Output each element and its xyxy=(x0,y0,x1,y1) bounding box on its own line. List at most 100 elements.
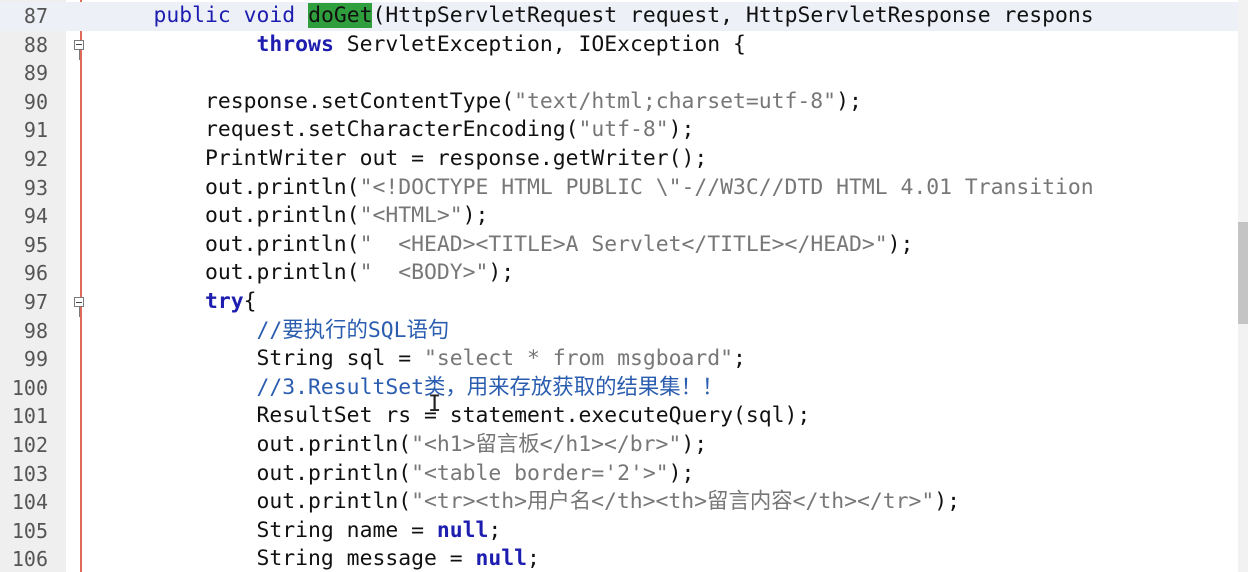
code-text[interactable]: out.println("<HTML>"); xyxy=(102,202,488,231)
code-line[interactable]: 103 out.println("<table border='2'>"); xyxy=(0,460,1248,489)
fold-toggle-icon[interactable] xyxy=(74,297,84,307)
code-text[interactable]: PrintWriter out = response.getWriter(); xyxy=(102,145,707,174)
fold-toggle-icon[interactable] xyxy=(74,39,84,50)
code-text[interactable]: try{ xyxy=(102,288,257,317)
code-line[interactable]: 102 out.println("<h1>留言板</h1></br>"); xyxy=(0,431,1248,460)
code-line[interactable]: 91 request.setCharacterEncoding("utf-8")… xyxy=(0,116,1248,145)
line-number: 95 xyxy=(23,232,48,257)
code-text[interactable]: throws ServletException, IOException { xyxy=(102,31,746,60)
code-token: ); xyxy=(681,432,708,457)
code-text[interactable]: out.println("<table border='2'>"); xyxy=(102,460,695,489)
code-line[interactable]: 105 String name = null; xyxy=(0,517,1248,546)
code-line[interactable]: 100 //3.ResultSet类，用来存放获取的结果集！！ xyxy=(0,374,1248,403)
line-number: 100 xyxy=(11,375,48,400)
code-text[interactable]: public void doGet(HttpServletRequest req… xyxy=(102,2,1094,31)
code-line[interactable]: 90 response.setContentType("text/html;ch… xyxy=(0,88,1248,117)
code-token: out.println( xyxy=(102,432,412,457)
code-text[interactable]: out.println("<!DOCTYPE HTML PUBLIC \"-//… xyxy=(102,174,1094,203)
line-number: 104 xyxy=(11,490,48,515)
line-number: 96 xyxy=(23,261,48,286)
code-text[interactable]: out.println(" <HEAD><TITLE>A Servlet</TI… xyxy=(102,231,913,260)
string-token: "<!DOCTYPE HTML PUBLIC \"-//W3C//DTD HTM… xyxy=(359,174,1094,200)
code-line[interactable]: 87 public void doGet(HttpServletRequest … xyxy=(0,2,1248,31)
code-text[interactable]: request.setCharacterEncoding("utf-8"); xyxy=(102,116,694,145)
code-token: ); xyxy=(887,231,914,257)
code-token: String sql = xyxy=(102,346,424,372)
string-token: " <BODY>" xyxy=(359,260,489,286)
code-text[interactable]: String sql = "select * from msgboard"; xyxy=(102,345,746,374)
scrollbar-thumb[interactable] xyxy=(1238,222,1248,324)
code-token: request.setCharacterEncoding( xyxy=(102,117,579,143)
line-number: 93 xyxy=(23,175,48,200)
code-token: ); xyxy=(488,260,515,286)
line-number: 87 xyxy=(23,4,48,28)
line-number: 90 xyxy=(23,89,48,114)
code-text[interactable]: String message = null; xyxy=(102,545,540,572)
string-token: "<HTML>" xyxy=(359,203,463,229)
string-token: "text/html;charset=utf-8" xyxy=(514,88,837,114)
string-token: "<tr><th>用户名</th><th>留言内容</th></tr>" xyxy=(411,489,935,515)
code-text[interactable]: //要执行的SQL语句 xyxy=(102,317,450,346)
code-line[interactable]: 89 xyxy=(0,59,1248,88)
code-line[interactable]: 93 out.println("<!DOCTYPE HTML PUBLIC \"… xyxy=(0,174,1248,203)
string-token: " <HEAD><TITLE>A Servlet</TITLE></HEAD>" xyxy=(359,231,888,257)
fold-guide xyxy=(79,307,80,317)
keyword-token: null xyxy=(436,517,489,543)
code-token: String name = xyxy=(102,517,437,543)
code-text[interactable]: //3.ResultSet类，用来存放获取的结果集！！ xyxy=(102,374,724,403)
highlighted-token: doGet xyxy=(308,3,373,28)
code-line[interactable]: 95 out.println(" <HEAD><TITLE>A Servlet<… xyxy=(0,231,1248,260)
code-text[interactable]: response.setContentType("text/html;chars… xyxy=(102,88,862,117)
code-line[interactable]: 98 //要执行的SQL语句 xyxy=(0,317,1248,346)
code-editor[interactable]: 87 public void doGet(HttpServletRequest … xyxy=(0,0,1248,572)
code-line[interactable]: 97 try{ xyxy=(0,288,1248,317)
code-line[interactable]: 101 ResultSet rs = statement.executeQuer… xyxy=(0,402,1248,431)
code-token: out.println( xyxy=(102,460,412,486)
keyword-token: null xyxy=(475,546,527,572)
comment-token: //3.ResultSet类，用来存放获取的结果集！！ xyxy=(102,374,724,400)
line-number: 105 xyxy=(11,518,48,543)
code-token: out.println( xyxy=(102,174,360,200)
code-line[interactable]: 92 PrintWriter out = response.getWriter(… xyxy=(0,145,1248,174)
code-text[interactable]: out.println(" <BODY>"); xyxy=(102,259,514,288)
vertical-scrollbar[interactable] xyxy=(1238,0,1248,572)
code-token: ; xyxy=(488,517,502,543)
code-token: ); xyxy=(668,117,695,143)
code-line[interactable]: 88 throws ServletException, IOException … xyxy=(0,31,1248,60)
line-number: 101 xyxy=(11,404,48,429)
code-token: PrintWriter out = response.getWriter(); xyxy=(102,146,708,171)
code-text[interactable]: out.println("<tr><th>用户名</th><th>留言内容</t… xyxy=(102,488,961,517)
comment-token: //要执行的SQL语句 xyxy=(102,317,450,343)
text-cursor: I xyxy=(428,392,442,417)
line-number: 89 xyxy=(23,61,48,86)
code-token: out.println( xyxy=(102,260,360,286)
code-token: out.println( xyxy=(102,231,360,257)
code-token: ; xyxy=(527,546,540,572)
code-line[interactable]: 104 out.println("<tr><th>用户名</th><th>留言内… xyxy=(0,488,1248,517)
code-line[interactable]: 96 out.println(" <BODY>"); xyxy=(0,259,1248,288)
code-token: out.println( xyxy=(102,489,412,515)
string-token: "utf-8" xyxy=(578,117,669,143)
line-number: 94 xyxy=(23,204,48,229)
code-text[interactable]: String name = null; xyxy=(102,517,502,546)
line-number: 97 xyxy=(23,290,48,314)
code-token: ); xyxy=(668,460,695,486)
code-line[interactable]: 94 out.println("<HTML>"); xyxy=(0,202,1248,231)
line-number: 106 xyxy=(11,547,48,572)
string-token: "<h1>留言板</h1></br>" xyxy=(411,432,682,457)
code-token: { xyxy=(243,289,257,314)
line-number: 99 xyxy=(23,347,48,372)
code-text[interactable]: out.println("<h1>留言板</h1></br>"); xyxy=(102,431,708,460)
code-line[interactable]: 106 String message = null; xyxy=(0,545,1248,572)
keyword-token: throws xyxy=(256,31,334,57)
code-token: public void xyxy=(102,3,309,28)
line-number: 98 xyxy=(23,318,48,343)
line-number: 102 xyxy=(11,433,48,457)
code-line[interactable]: 99 String sql = "select * from msgboard"… xyxy=(0,345,1248,374)
code-text[interactable]: ResultSet rs = statement.executeQuery(sq… xyxy=(102,402,811,431)
code-token: ); xyxy=(934,489,961,515)
code-token: ); xyxy=(836,88,862,114)
keyword-token: try xyxy=(205,289,244,314)
fold-guide xyxy=(79,49,80,60)
